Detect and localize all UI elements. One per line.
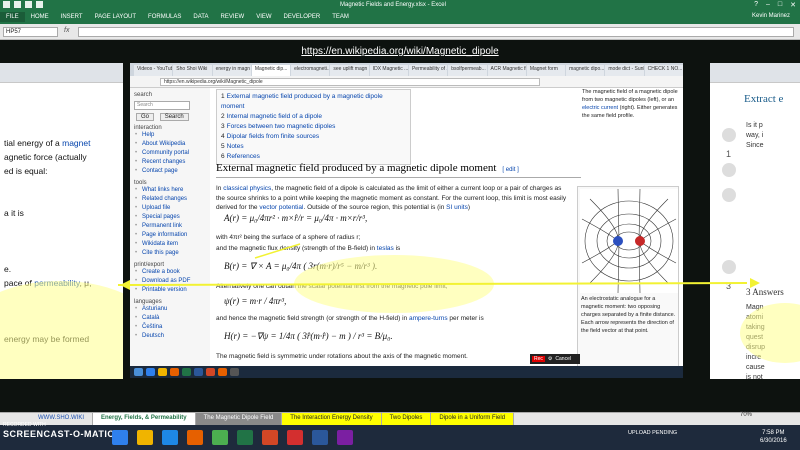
pdf-taskbar-icon[interactable] [287,430,303,445]
clock: 7:58 PM 6/30/2016 [760,429,787,445]
explorer-taskbar-icon[interactable] [137,430,153,445]
arrow-head-right [750,278,760,288]
app-taskbar-icon-2[interactable] [212,430,228,445]
onenote-taskbar-icon[interactable] [337,430,353,445]
word-taskbar-icon[interactable] [312,430,328,445]
screencast-logo: SCREENCAST-O-MATIC [3,429,115,439]
sheet-tab[interactable]: Energy, Fields, & Permeability [93,413,196,425]
zoom-level[interactable]: 70% [740,412,752,418]
ie-taskbar-icon[interactable] [112,430,128,445]
sheet-tab[interactable]: The Interaction Energy Density [282,413,382,425]
arrow-line [117,282,748,286]
sheet-tab[interactable]: Two Dipoles [381,413,432,425]
clock-date: 6/30/2016 [760,438,787,444]
clock-time: 7:58 PM [762,430,785,436]
recorded-with-label: RECORDED WITH [3,422,46,428]
annotation-arrow [117,243,760,290]
sheet-tab[interactable]: The Magnetic Dipole Field [195,413,283,425]
sheet-tabs: WWW.SHO.WIKI Energy, Fields, & Permeabili… [0,412,800,425]
arrow-line-2 [254,243,301,259]
firefox-taskbar-icon[interactable] [187,430,203,445]
powerpoint-taskbar-icon[interactable] [262,430,278,445]
app-taskbar-icon[interactable] [162,430,178,445]
excel-taskbar-icon[interactable] [237,430,253,445]
arrow-head-left [120,280,130,290]
upload-status[interactable]: UPLOAD PENDING [628,430,677,436]
sheet-tab[interactable]: Dipole in a Uniform Field [431,413,515,425]
windows-taskbar: RECORDED WITH SCREENCAST-O-MATIC 70% UPL… [0,412,800,450]
